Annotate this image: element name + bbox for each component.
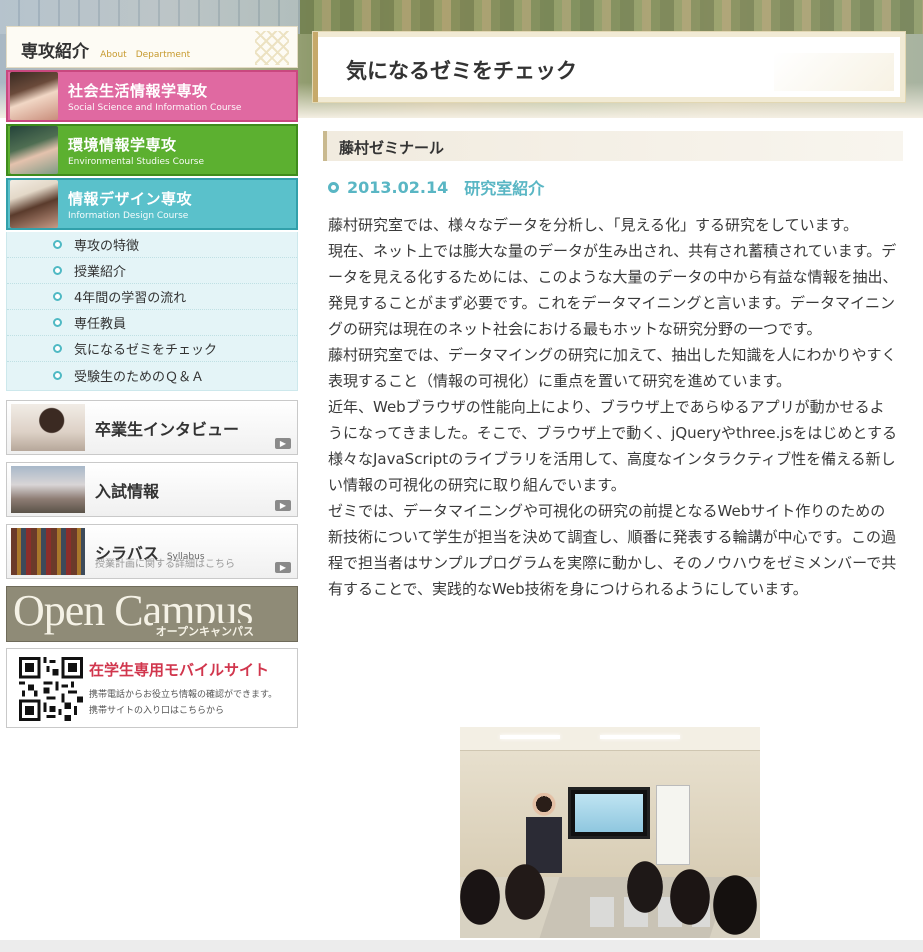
books-photo <box>11 528 85 575</box>
arrow-right-icon: ▶ <box>275 500 291 511</box>
photo-light <box>600 735 680 739</box>
post-body: 藤村研究室では、様々なデータを分析し、「見える化」する研究をしています。 現在、… <box>328 212 898 602</box>
post-heading: 2013.02.14 研究室紹介 <box>328 175 544 199</box>
banner-label: 入試情報 <box>95 481 160 501</box>
arrow-right-icon: ▶ <box>275 562 291 573</box>
photo-students <box>460 857 760 938</box>
course-title: 環境情報学専攻 <box>68 135 177 154</box>
circle-bullet-icon <box>53 292 62 301</box>
photo-whiteboard <box>656 785 690 865</box>
open-campus-kana: オープンキャンパス <box>152 623 257 639</box>
mobile-site-line1: 携帯電話からお役立ち情報の確認ができます。 <box>89 690 278 700</box>
submenu-item-seminars[interactable]: 気になるゼミをチェック <box>7 336 297 362</box>
submenu-item-label: 気になるゼミをチェック <box>74 343 218 358</box>
course-information-design[interactable]: 情報デザイン専攻 Information Design Course <box>6 178 298 230</box>
circle-bullet-icon <box>53 344 62 353</box>
submenu-item-faculty[interactable]: 専任教員 <box>7 310 297 336</box>
page-title-box: 気になるゼミをチェック <box>313 32 905 102</box>
lattice-decoration <box>255 31 289 65</box>
circle-bullet-icon <box>328 181 339 193</box>
submenu-item-features[interactable]: 専攻の特徴 <box>7 232 297 258</box>
header-trees-image <box>300 0 923 34</box>
seminar-photo <box>460 727 760 938</box>
footer-bar <box>0 940 923 952</box>
sidebar-heading: 専攻紹介 About Department <box>6 26 298 68</box>
course-submenu: 専攻の特徴 授業紹介 4年間の学習の流れ 専任教員 気になるゼミをチェック 受験… <box>6 232 298 391</box>
submenu-item-four-year-flow[interactable]: 4年間の学習の流れ <box>7 284 297 310</box>
seminar-heading: 藤村ゼミナール <box>323 131 903 161</box>
course-thumbnail <box>10 126 58 174</box>
sidebar-heading-sub: About Department <box>100 50 191 60</box>
body-paragraph: 近年、Webブラウザの性能向上により、ブラウザ上であらゆるアプリが動かせるように… <box>328 398 897 494</box>
mobile-site-banner[interactable]: 在学生専用モバイルサイト 携帯電話からお役立ち情報の確認ができます。 携帯サイト… <box>6 648 298 728</box>
submenu-item-classes[interactable]: 授業紹介 <box>7 258 297 284</box>
syllabus-desc: 授業計画に関する詳細はこちら <box>95 559 235 570</box>
body-paragraph: ゼミでは、データマイニングや可視化の研究の前提となるWebサイト作りのための新技… <box>328 502 897 598</box>
photo-display <box>568 787 650 839</box>
admission-info-banner[interactable]: 入試情報 ▶ <box>6 462 298 517</box>
page-title: 気になるゼミをチェック <box>346 59 577 83</box>
seminar-title: 藤村ゼミナール <box>339 139 445 157</box>
sidebar: 専攻紹介 About Department 社会生活情報学専攻 Social S… <box>6 26 298 728</box>
circle-bullet-icon <box>53 266 62 275</box>
submenu-item-label: 専任教員 <box>74 317 127 332</box>
campus-photo <box>11 466 85 513</box>
mobile-site-title: 在学生専用モバイルサイト <box>89 661 270 679</box>
open-campus-banner[interactable]: Open Campus オープンキャンパス <box>6 586 298 642</box>
submenu-item-label: 受験生のためのＱ＆Ａ <box>74 369 205 385</box>
post-category: 研究室紹介 <box>464 179 545 198</box>
circle-bullet-icon <box>53 240 62 249</box>
banner-label: 卒業生インタビュー <box>95 419 240 439</box>
course-environmental[interactable]: 環境情報学専攻 Environmental Studies Course <box>6 124 298 176</box>
course-thumbnail <box>10 180 58 228</box>
body-paragraph: 現在、ネット上では膨大な量のデータが生み出され、共有され蓄積されています。データ… <box>328 242 898 338</box>
photo-ceiling <box>460 727 760 751</box>
submenu-item-label: 専攻の特徴 <box>74 239 140 254</box>
graduate-photo <box>11 404 85 451</box>
graduate-interview-banner[interactable]: 卒業生インタビュー ▶ <box>6 400 298 455</box>
syllabus-banner[interactable]: シラバス Syllabus 授業計画に関する詳細はこちら ▶ <box>6 524 298 579</box>
photo-light <box>500 735 560 739</box>
course-thumbnail <box>10 72 58 120</box>
circle-bullet-icon <box>53 370 62 380</box>
course-social-science[interactable]: 社会生活情報学専攻 Social Science and Information… <box>6 70 298 122</box>
body-paragraph: 藤村研究室では、様々なデータを分析し、「見える化」する研究をしています。 <box>328 216 859 234</box>
post-date: 2013.02.14 <box>347 177 449 197</box>
course-subtitle: Information Design Course <box>68 210 189 221</box>
body-paragraph: 藤村研究室では、データマイングの研究に加えて、抽出した知識を人にわかりやすく表現… <box>328 346 897 390</box>
course-subtitle: Environmental Studies Course <box>68 156 205 167</box>
submenu-item-qa[interactable]: 受験生のためのＱ＆Ａ <box>7 362 297 388</box>
course-subtitle: Social Science and Information Course <box>68 102 242 113</box>
course-title: 情報デザイン専攻 <box>68 189 193 208</box>
submenu-item-label: 4年間の学習の流れ <box>74 291 187 306</box>
sidebar-heading-title: 専攻紹介 <box>21 42 89 61</box>
qr-code-icon <box>19 657 83 721</box>
course-title: 社会生活情報学専攻 <box>68 81 208 100</box>
title-decoration <box>774 53 894 91</box>
mobile-site-line2: 携帯サイトの入り口はこちらから <box>89 706 225 716</box>
circle-bullet-icon <box>53 318 62 327</box>
submenu-item-label: 授業紹介 <box>74 265 127 280</box>
arrow-right-icon: ▶ <box>275 438 291 449</box>
